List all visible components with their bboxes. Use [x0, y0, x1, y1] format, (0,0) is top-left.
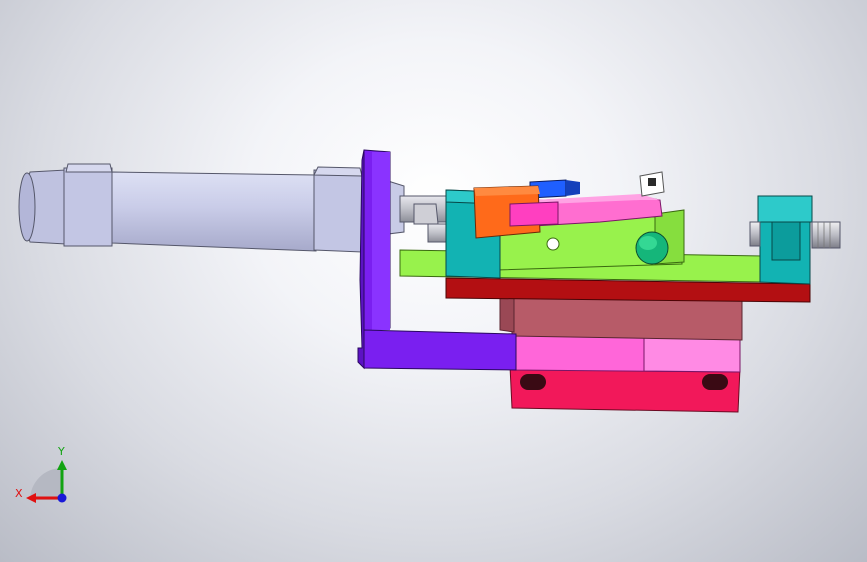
base-foot	[509, 365, 741, 413]
base-body	[511, 295, 743, 341]
rod-nut	[413, 203, 439, 225]
teal-block-right[interactable]	[757, 195, 813, 285]
cylinder-rear-collar	[63, 167, 113, 247]
x-axis-label: X	[15, 487, 23, 500]
y-axis-label: Y	[57, 445, 65, 458]
bracket-horizontal	[363, 329, 517, 371]
cylinder-barrel	[111, 171, 317, 252]
cylinder-front-collar	[313, 169, 363, 253]
z-axis-dot	[57, 493, 67, 503]
foot-slot-left	[520, 374, 546, 390]
foot-slot-right	[702, 374, 728, 390]
cad-viewport[interactable]: X Y	[0, 0, 867, 562]
pneumatic-cylinder[interactable]	[18, 163, 405, 253]
cylinder-end-face	[18, 172, 36, 242]
orientation-triad: X Y	[15, 445, 67, 503]
plate-hole	[546, 237, 560, 251]
bracket-front-face	[372, 152, 390, 330]
